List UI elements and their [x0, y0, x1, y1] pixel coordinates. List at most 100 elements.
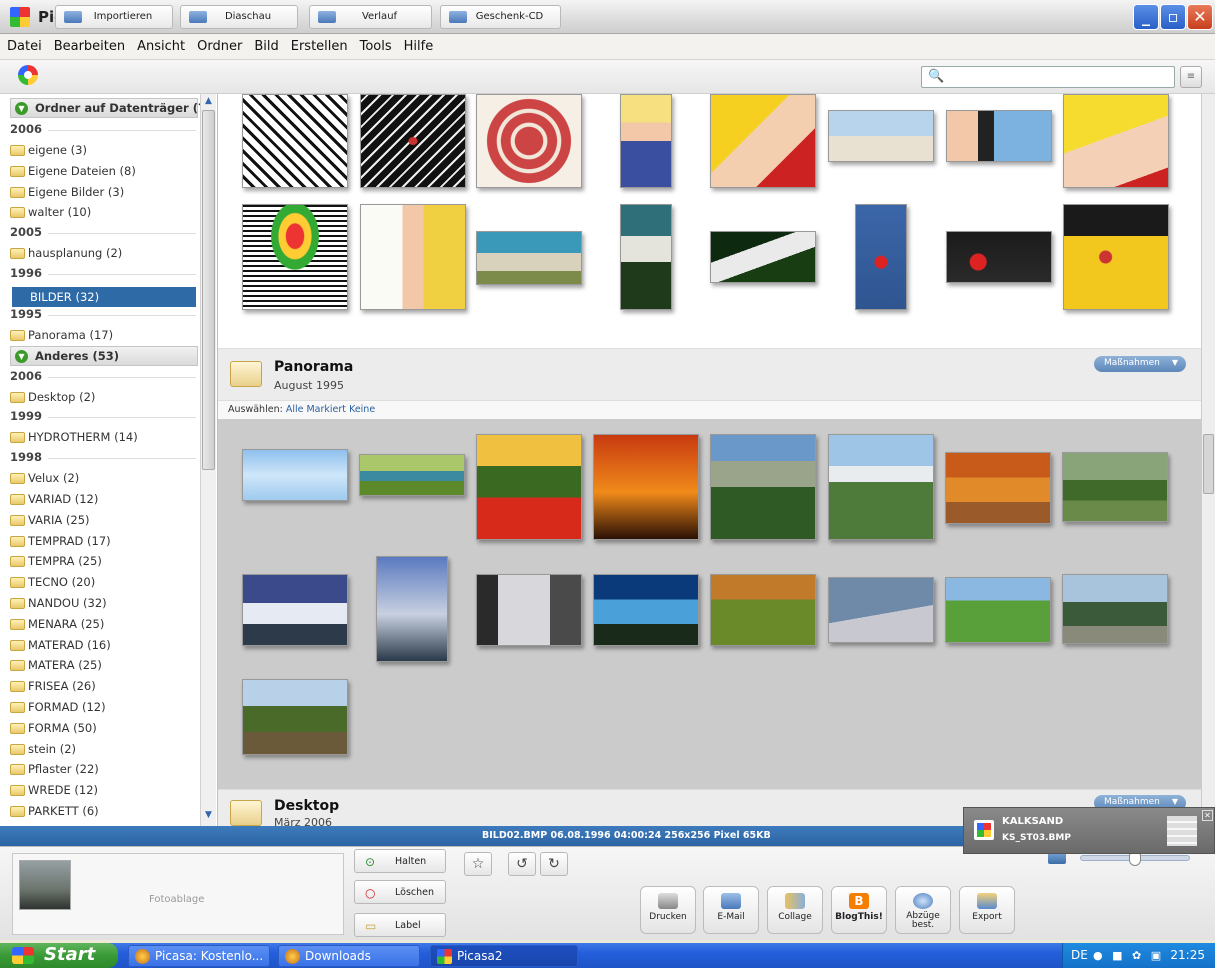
menu-erstellen[interactable]: Erstellen [284, 34, 353, 54]
select-none-link[interactable]: Keine [349, 404, 375, 415]
print-button[interactable]: Drucken [640, 886, 696, 934]
sidebar-folder[interactable]: Velux (2) [10, 471, 200, 485]
picasa-logo-icon[interactable] [18, 65, 38, 85]
taskbar-item-picasa[interactable]: Picasa2 [430, 945, 578, 967]
photo-thumbnail[interactable] [376, 556, 448, 662]
photo-thumbnail[interactable] [359, 454, 465, 496]
minimize-button[interactable]: _ [1133, 4, 1159, 30]
photo-thumbnail[interactable] [242, 94, 348, 188]
sidebar-folder-selected[interactable]: BILDER (32) [12, 287, 196, 307]
menu-hilfe[interactable]: Hilfe [397, 34, 439, 54]
sidebar-folder[interactable]: hausplanung (2) [10, 246, 200, 260]
photo-tray[interactable]: Fotoablage [12, 853, 344, 935]
photo-thumbnail[interactable] [1063, 94, 1169, 188]
import-button[interactable]: Importieren [55, 5, 173, 29]
select-marked-link[interactable]: Markiert [306, 404, 346, 415]
photo-thumbnail[interactable] [620, 94, 672, 188]
sidebar-folder[interactable]: Eigene Dateien (8) [10, 164, 200, 178]
gift-cd-button[interactable]: Geschenk-CD [440, 5, 561, 29]
main-scroll-thumb[interactable] [1203, 434, 1214, 494]
sidebar-folder[interactable]: Eigene Bilder (3) [10, 185, 200, 199]
actions-dropdown[interactable]: Maßnahmen [1094, 356, 1186, 372]
tray-icons[interactable]: ● ■ ✿ ▣ [1093, 949, 1164, 962]
close-button[interactable]: ✕ [1187, 4, 1213, 30]
photo-thumbnail[interactable] [360, 204, 466, 310]
sidebar-folder[interactable]: Pflaster (22) [10, 762, 200, 776]
group-disk-folders[interactable]: ▼ Ordner auf Datenträger (7) [10, 98, 211, 118]
photo-thumbnail[interactable] [828, 577, 934, 643]
email-button[interactable]: E-Mail [703, 886, 759, 934]
blogthis-button[interactable]: B BlogThis! [831, 886, 887, 934]
order-prints-button[interactable]: Abzüge best. [895, 886, 951, 934]
collapse-icon[interactable]: ▼ [15, 102, 28, 115]
photo-thumbnail[interactable] [946, 110, 1052, 162]
photo-thumbnail[interactable] [828, 434, 934, 540]
select-all-link[interactable]: Alle [286, 404, 304, 415]
sidebar-folder[interactable]: eigene (3) [10, 143, 200, 157]
sidebar-scrollbar[interactable]: ▲ ▼ [200, 94, 216, 826]
photo-thumbnail[interactable] [945, 452, 1051, 524]
label-button[interactable]: ▭ Label [354, 913, 446, 937]
sidebar-folder[interactable]: Desktop (2) [10, 390, 200, 404]
rotate-right-button[interactable]: ↻ [540, 852, 568, 876]
taskbar-item-downloads[interactable]: Downloads [278, 945, 420, 967]
photo-thumbnail[interactable] [476, 231, 582, 285]
search-options-button[interactable]: ≡ [1180, 66, 1202, 88]
photo-thumbnail[interactable] [855, 204, 907, 310]
tray-photo-thumbnail[interactable] [19, 860, 71, 910]
collapse-icon[interactable]: ▼ [15, 349, 28, 363]
star-button[interactable]: ☆ [464, 852, 492, 876]
sidebar-folder[interactable]: TEMPRAD (17) [10, 534, 200, 548]
sidebar-folder[interactable]: FRISEA (26) [10, 679, 200, 693]
photo-thumbnail[interactable] [1063, 204, 1169, 310]
sidebar-folder[interactable]: FORMA (50) [10, 721, 200, 735]
main-scrollbar[interactable] [1201, 94, 1215, 826]
sidebar-folder[interactable]: MATERA (25) [10, 658, 200, 672]
photo-thumbnail[interactable] [945, 577, 1051, 643]
photo-thumbnail[interactable] [476, 94, 582, 188]
photo-thumbnail[interactable] [710, 231, 816, 283]
menu-ordner[interactable]: Ordner [190, 34, 247, 54]
photo-thumbnail[interactable] [1062, 574, 1168, 644]
notification-close-icon[interactable]: ✕ [1202, 810, 1213, 821]
sidebar-folder[interactable]: FORMAD (12) [10, 700, 200, 714]
photo-thumbnail[interactable] [828, 110, 934, 162]
photo-thumbnail[interactable] [242, 449, 348, 501]
sidebar-folder[interactable]: VARIAD (12) [10, 492, 200, 506]
scroll-down-icon[interactable]: ▼ [202, 810, 215, 824]
photo-thumbnail[interactable] [620, 204, 672, 310]
photo-thumbnail[interactable] [710, 94, 816, 188]
photo-thumbnail[interactable] [476, 434, 582, 540]
photo-thumbnail[interactable] [593, 434, 699, 540]
sidebar-folder[interactable]: MATERAD (16) [10, 638, 200, 652]
clear-button[interactable]: ○ Löschen [354, 880, 446, 904]
import-notification[interactable]: KALKSAND KS_ST03.BMP ✕ [963, 807, 1215, 854]
start-button[interactable]: Start [0, 943, 118, 968]
language-indicator[interactable]: DE [1071, 948, 1088, 962]
timeline-button[interactable]: Verlauf [309, 5, 432, 29]
menu-bearbeiten[interactable]: Bearbeiten [47, 34, 130, 54]
sidebar-folder[interactable]: stein (2) [10, 742, 200, 756]
sidebar-folder[interactable]: MENARA (25) [10, 617, 200, 631]
photo-thumbnail[interactable] [946, 231, 1052, 283]
scroll-up-icon[interactable]: ▲ [202, 96, 215, 110]
slideshow-button[interactable]: Diaschau [180, 5, 298, 29]
photo-thumbnail[interactable] [1062, 452, 1168, 522]
thumbnail-size-slider[interactable] [1080, 850, 1190, 866]
sidebar-folder[interactable]: VARIA (25) [10, 513, 200, 527]
search-input[interactable]: 🔍 [921, 66, 1175, 88]
rotate-left-button[interactable]: ↺ [508, 852, 536, 876]
collage-button[interactable]: Collage [767, 886, 823, 934]
photo-thumbnail[interactable] [242, 574, 348, 646]
photo-thumbnail[interactable] [710, 434, 816, 540]
export-button[interactable]: Export [959, 886, 1015, 934]
sidebar-folder[interactable]: NANDOU (32) [10, 596, 200, 610]
sidebar-scroll-thumb[interactable] [202, 110, 215, 470]
taskbar-item-firefox[interactable]: Picasa: Kostenlo... [128, 945, 270, 967]
group-other[interactable]: ▼ Anderes (53) [10, 345, 198, 366]
sidebar-folder[interactable]: TEMPRA (25) [10, 554, 200, 568]
menu-tools[interactable]: Tools [353, 34, 397, 54]
sidebar-folder[interactable]: PARKETT (6) [10, 804, 200, 818]
hold-button[interactable]: ⊙ Halten [354, 849, 446, 873]
menu-datei[interactable]: Datei [0, 34, 47, 54]
